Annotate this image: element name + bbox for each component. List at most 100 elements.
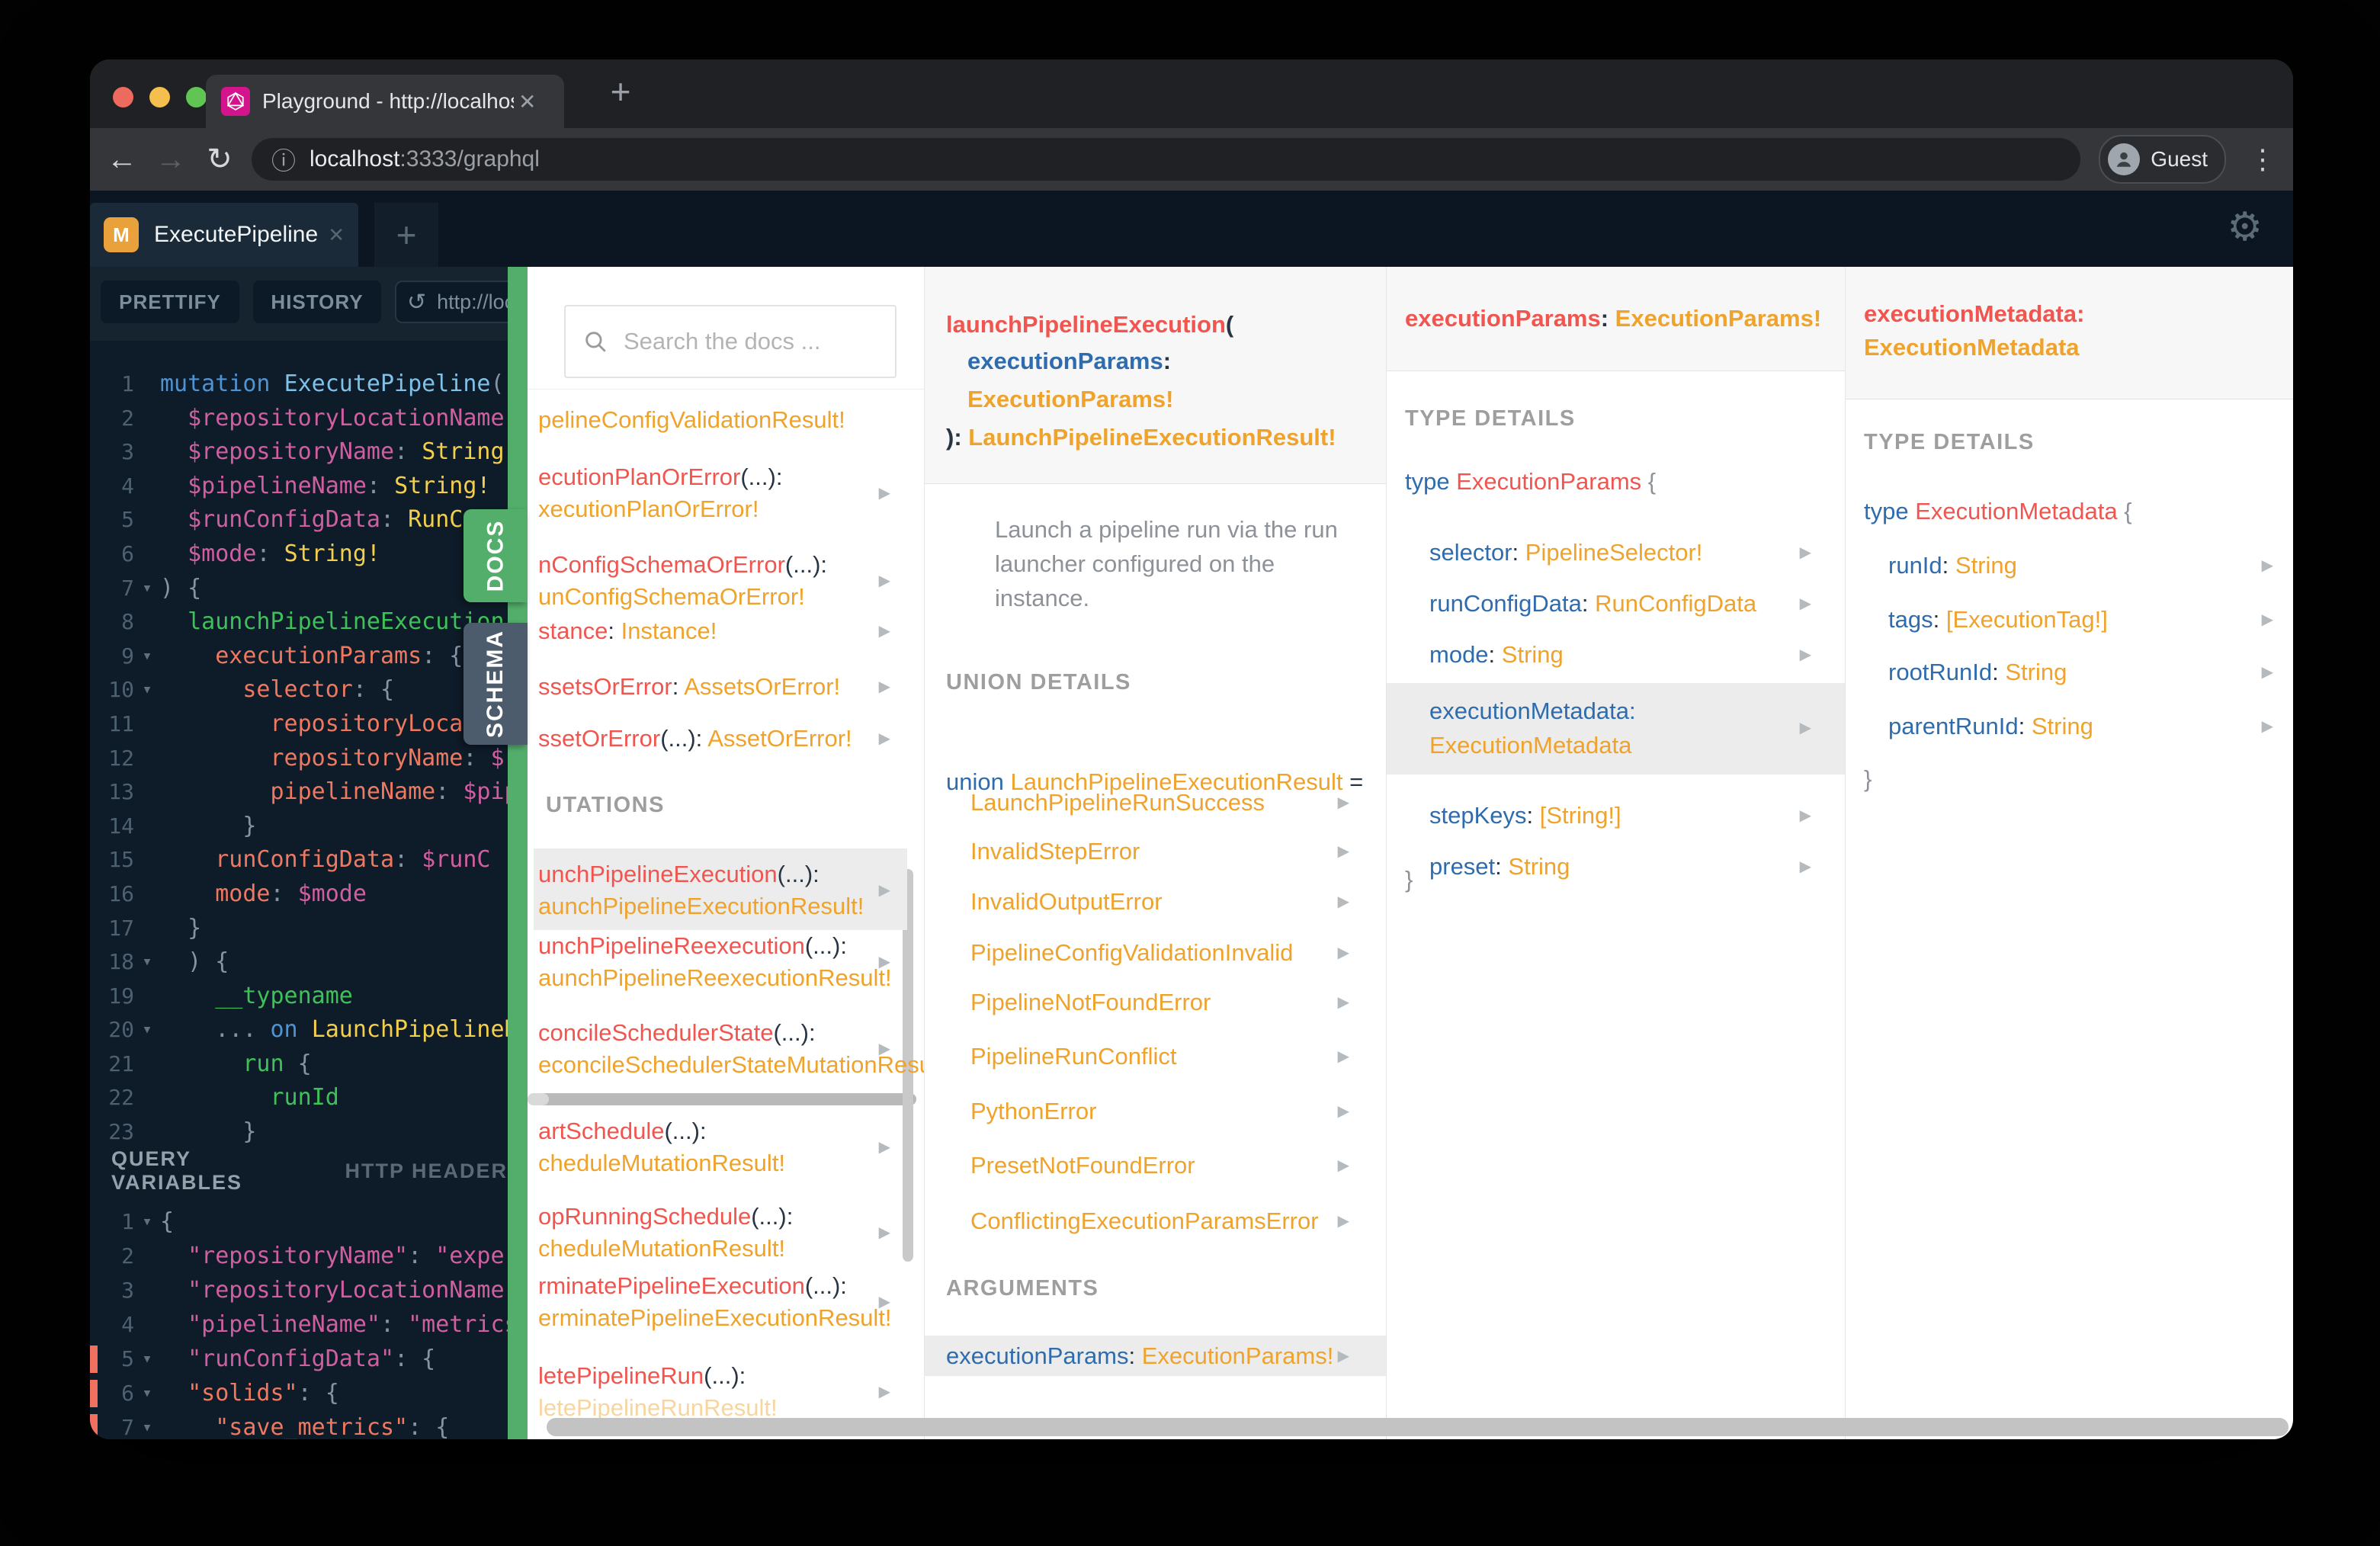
prettify-button[interactable]: PRETTIFY [101, 281, 239, 323]
chevron-right-icon[interactable]: ▶ [1338, 1340, 1349, 1372]
fold-caret-icon[interactable]: ▾ [134, 1342, 160, 1376]
union-member[interactable]: PipelineConfigValidationInvalid [970, 937, 1293, 969]
chevron-right-icon[interactable]: ▶ [879, 671, 890, 703]
fold-caret-icon[interactable] [134, 843, 160, 877]
union-member[interactable]: ConflictingExecutionParamsError [970, 1205, 1319, 1237]
union-member[interactable]: PipelineRunConflict [970, 1041, 1177, 1073]
fold-caret-icon[interactable] [134, 742, 160, 776]
chevron-right-icon[interactable]: ▶ [1800, 851, 1811, 883]
chevron-right-icon[interactable]: ▶ [879, 565, 890, 597]
fold-caret-icon[interactable]: ▾ [134, 1013, 160, 1047]
traffic-zoom-button[interactable] [186, 87, 207, 107]
doc-row[interactable]: letePipelineRun(...): [538, 1360, 746, 1392]
back-icon[interactable]: ← [98, 143, 146, 177]
traffic-close-button[interactable] [113, 87, 133, 107]
fold-caret-icon[interactable] [134, 810, 160, 844]
fold-caret-icon[interactable] [134, 470, 160, 504]
doc-row-type[interactable]: xecutionPlanOrError! [538, 493, 759, 525]
chevron-right-icon[interactable]: ▶ [2262, 604, 2273, 636]
docs-hscrollbar[interactable] [547, 1418, 2289, 1436]
settings-gear-icon[interactable]: ⚙ [2227, 204, 2263, 250]
chevron-right-icon[interactable]: ▶ [1338, 886, 1349, 918]
fold-caret-icon[interactable] [134, 402, 160, 436]
reload-icon[interactable]: ↻ [195, 142, 244, 177]
endpoint-input[interactable]: ↺ http://loc [395, 281, 508, 323]
fold-caret-icon[interactable] [134, 503, 160, 537]
tab-query-variables[interactable]: QUERY VARIABLES [111, 1147, 313, 1195]
chevron-right-icon[interactable]: ▶ [879, 723, 890, 755]
type-field[interactable]: preset: String [1429, 851, 1570, 883]
chevron-right-icon[interactable]: ▶ [1800, 712, 1811, 744]
doc-row[interactable]: ecutionPlanOrError(...): [538, 461, 782, 493]
fold-caret-icon[interactable] [134, 1047, 160, 1082]
type-field[interactable]: mode: String [1429, 639, 1564, 671]
tab-close-icon[interactable]: ✕ [518, 89, 536, 114]
chevron-right-icon[interactable]: ▶ [1338, 1041, 1349, 1073]
fold-caret-icon[interactable] [134, 775, 160, 810]
history-button[interactable]: HISTORY [253, 281, 381, 323]
fold-caret-icon[interactable] [134, 980, 160, 1014]
fold-caret-icon[interactable]: ▾ [134, 1410, 160, 1439]
doc-row[interactable]: rminatePipelineExecution(...): [538, 1270, 847, 1302]
chevron-right-icon[interactable]: ▶ [1800, 537, 1811, 569]
argument-row[interactable]: executionParams: ExecutionParams! [946, 1340, 1333, 1372]
query-editor[interactable]: 1 mutation ExecutePipeline(2 $repositoryL… [90, 367, 508, 1150]
fold-caret-icon[interactable] [134, 1239, 160, 1273]
browser-menu-icon[interactable]: ⋮ [2240, 143, 2285, 175]
fold-caret-icon[interactable] [134, 912, 160, 946]
fold-caret-icon[interactable] [134, 605, 160, 640]
doc-row[interactable]: ssetsOrError: AssetsOrError! [538, 671, 840, 703]
chevron-right-icon[interactable]: ▶ [1800, 639, 1811, 671]
new-tab-button[interactable]: + [599, 70, 642, 113]
docs-list-hscrollbar[interactable] [528, 1093, 916, 1105]
chevron-right-icon[interactable]: ▶ [1338, 1205, 1349, 1237]
type-field[interactable]: parentRunId: String [1888, 710, 2093, 743]
doc-row[interactable]: artSchedule(...): [538, 1115, 707, 1147]
chevron-right-icon[interactable]: ▶ [2262, 710, 2273, 743]
chevron-right-icon[interactable]: ▶ [2262, 656, 2273, 688]
playground-tab-executepipeline[interactable]: M ExecutePipeline ✕ [90, 203, 358, 267]
chevron-right-icon[interactable]: ▶ [2262, 550, 2273, 582]
fold-caret-icon[interactable]: ▾ [134, 945, 160, 980]
fold-caret-icon[interactable] [134, 707, 160, 742]
fold-caret-icon[interactable]: ▾ [134, 1204, 160, 1239]
doc-row[interactable]: concileSchedulerState(...): [538, 1017, 816, 1049]
doc-row[interactable]: stance: Instance! [538, 615, 717, 647]
doc-row-type[interactable]: cheduleMutationResult! [538, 1233, 785, 1265]
type-field[interactable]: executionMetadata: [1429, 695, 1636, 727]
type-field[interactable]: runId: String [1888, 550, 2017, 582]
address-bar[interactable]: ⓘ localhost :3333/graphql [252, 138, 2081, 181]
chevron-right-icon[interactable]: ▶ [879, 1376, 890, 1408]
type-field[interactable]: selector: PipelineSelector! [1429, 537, 1702, 569]
doc-row-type[interactable]: aunchPipelineExecutionResult! [538, 890, 864, 922]
endpoint-reload-icon[interactable]: ↺ [407, 289, 426, 316]
type-field[interactable]: rootRunId: String [1888, 656, 2067, 688]
chevron-right-icon[interactable]: ▶ [1338, 937, 1349, 969]
doc-row[interactable]: unchPipelineExecution(...): [538, 858, 820, 890]
type-field[interactable]: stepKeys: [String!] [1429, 800, 1621, 832]
union-member[interactable]: InvalidOutputError [970, 886, 1163, 918]
type-field[interactable]: runConfigData: RunConfigData [1429, 588, 1756, 620]
chevron-right-icon[interactable]: ▶ [879, 615, 890, 647]
chevron-right-icon[interactable]: ▶ [1338, 986, 1349, 1018]
union-member[interactable]: PipelineNotFoundError [970, 986, 1211, 1018]
profile-button[interactable]: Guest [2099, 135, 2226, 184]
docs-divider-strip[interactable] [508, 267, 528, 1439]
doc-row[interactable]: opRunningSchedule(...): [538, 1201, 793, 1233]
union-member[interactable]: LaunchPipelineRunSuccess [970, 787, 1265, 819]
docs-search-box[interactable] [564, 305, 897, 378]
fold-caret-icon[interactable]: ▾ [134, 572, 160, 606]
fold-caret-icon[interactable] [134, 1081, 160, 1115]
chevron-right-icon[interactable]: ▶ [879, 477, 890, 509]
chevron-right-icon[interactable]: ▶ [879, 1286, 890, 1318]
doc-row[interactable]: ssetOrError(...): AssetOrError! [538, 723, 852, 755]
chevron-right-icon[interactable]: ▶ [1338, 787, 1349, 819]
site-info-icon[interactable]: ⓘ [271, 142, 296, 177]
docs-side-tab[interactable]: DOCS [463, 509, 528, 602]
schema-side-tab[interactable]: SCHEMA [463, 623, 528, 745]
query-editor-pane[interactable]: PRETTIFY HISTORY ↺ http://loc 1 mutation … [90, 267, 508, 1439]
chevron-right-icon[interactable]: ▶ [879, 946, 890, 978]
doc-row[interactable]: unchPipelineReexecution(...): [538, 930, 847, 962]
fold-caret-icon[interactable]: ▾ [134, 673, 160, 707]
fold-caret-icon[interactable] [134, 1273, 160, 1307]
